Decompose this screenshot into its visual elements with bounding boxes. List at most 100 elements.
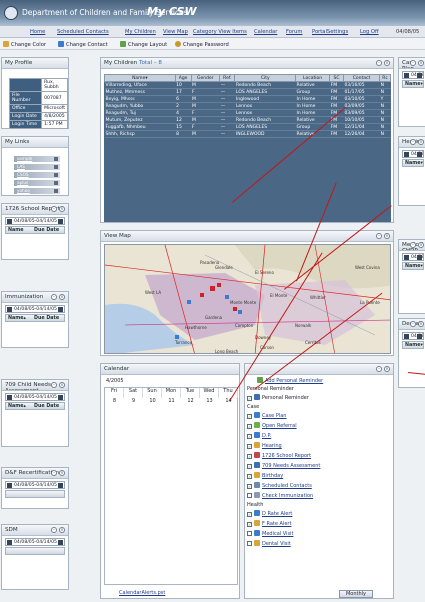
monthly-button[interactable]: Monthly — [339, 590, 373, 598]
reminder-checkbox[interactable]: ✓ — [247, 474, 252, 479]
column-name[interactable]: Name▾ — [405, 264, 423, 269]
reminder-item[interactable]: ✓ Hearing — [247, 442, 282, 451]
prev-arrow-icon[interactable] — [404, 73, 409, 78]
close-icon[interactable]: × — [59, 470, 65, 476]
date-range-selector[interactable]: 04/08/05-04/14/05 — [5, 305, 65, 313]
link-action-icon[interactable] — [54, 189, 58, 193]
nav-category-view-items[interactable]: Category View Items — [193, 29, 247, 35]
reminder-item[interactable]: ✓ Case Plan — [247, 412, 286, 421]
link-item[interactable]: yahoo — [14, 188, 60, 194]
minimize-icon[interactable]: – — [410, 60, 416, 66]
nav-calendar[interactable]: Calendar — [254, 29, 277, 35]
reminder-checkbox[interactable] — [247, 493, 252, 498]
link-item[interactable]: sample — [14, 156, 60, 162]
reminder-checkbox[interactable] — [247, 541, 252, 546]
reminder-item[interactable]: Check Immunization — [247, 492, 313, 501]
calendar-date[interactable]: 11 — [162, 398, 181, 404]
reminder-checkbox[interactable]: ✓ — [247, 512, 252, 517]
minimize-icon[interactable]: – — [410, 139, 416, 145]
calendar-date[interactable]: 10 — [143, 398, 162, 404]
close-icon[interactable]: × — [418, 139, 424, 145]
table-row[interactable]: Villarreding, Uface 10 M — Redondo Beach Rela… — [104, 81, 391, 89]
close-icon[interactable]: × — [59, 294, 65, 300]
nav-log-off[interactable]: Log Off — [360, 29, 379, 35]
table-row[interactable]: Reagudm, Yubbo 2 M — Lennox In Home FM 03/09/05… — [104, 102, 391, 110]
prev-arrow-icon[interactable] — [7, 219, 12, 224]
column-name[interactable]: Name▾ — [405, 161, 423, 166]
column-due-date[interactable]: Due Date — [34, 228, 59, 233]
calendar-date[interactable]: 8 — [105, 398, 124, 404]
link-action-icon[interactable] — [54, 165, 58, 169]
next-arrow-icon[interactable] — [58, 483, 63, 488]
prev-arrow-icon[interactable] — [404, 152, 409, 157]
column-name[interactable]: Name▾ — [405, 82, 423, 87]
reminder-item[interactable]: ✓ Open Referral — [247, 422, 297, 431]
change-layout-button[interactable]: Change Layout — [120, 41, 167, 48]
reminder-checkbox[interactable]: ✓ — [247, 464, 252, 469]
minimize-icon[interactable]: – — [51, 382, 57, 388]
next-arrow-icon[interactable] — [58, 540, 63, 545]
reminder-checkbox[interactable]: ✓ — [247, 414, 252, 419]
date-range-selector[interactable]: 04/08/05-04/14/05 — [402, 253, 424, 261]
grid-column-header[interactable]: City — [234, 74, 297, 82]
column-due-date[interactable]: Due Date — [34, 316, 59, 321]
reminder-checkbox[interactable]: ✓ — [247, 454, 252, 459]
next-arrow-icon[interactable] — [58, 395, 63, 400]
link-item[interactable]: CSOS — [14, 172, 60, 178]
reminder-checkbox[interactable] — [247, 531, 252, 536]
reminder-checkbox[interactable]: ✓ — [247, 434, 252, 439]
grid-column-header[interactable]: Age — [174, 74, 192, 82]
calendar-date[interactable]: 13 — [200, 398, 219, 404]
change-password-button[interactable]: Change Password — [175, 41, 229, 48]
date-range-selector[interactable]: 04/08/05-04/14/05 — [402, 150, 424, 158]
link-action-icon[interactable] — [54, 181, 58, 185]
close-icon[interactable]: × — [384, 233, 390, 239]
table-row[interactable]: Fuggafb, Nhmbeu 15 F — LOS ANGELES Group FM 12/… — [104, 123, 391, 131]
prev-arrow-icon[interactable] — [404, 334, 409, 339]
grid-column-header[interactable]: Gender — [190, 74, 221, 82]
prev-arrow-icon[interactable] — [7, 307, 12, 312]
grid-column-header[interactable]: Contact — [342, 74, 381, 82]
table-row[interactable]: Beyig, Mhsss 6 M — Inglewood In Home FM 03/10/0… — [104, 95, 391, 103]
minimize-icon[interactable]: – — [51, 527, 57, 533]
close-icon[interactable]: × — [418, 321, 424, 327]
change-color-button[interactable]: Change Color — [3, 41, 46, 48]
close-icon[interactable]: × — [59, 382, 65, 388]
next-arrow-icon[interactable] — [417, 255, 422, 260]
date-range-selector[interactable]: 04/08/05-04/14/05 — [402, 332, 424, 340]
reminder-item[interactable]: Dental Visit — [247, 540, 291, 549]
minimize-icon[interactable]: – — [376, 366, 382, 372]
table-row[interactable]: Muthez, Mmmess 17 F — LOS ANGELES Group FM 01/1… — [104, 88, 391, 96]
grid-column-header[interactable]: Ref. — [219, 74, 236, 82]
nav-scheduled-contacts[interactable]: Scheduled Contacts — [57, 29, 109, 35]
reminder-item[interactable]: ✓ D Rate Alert — [247, 510, 292, 519]
reminder-item[interactable]: ✓ Scheduled Contacts — [247, 482, 312, 491]
next-arrow-icon[interactable] — [417, 73, 422, 78]
grid-column-header[interactable]: Name▾ — [104, 74, 176, 82]
close-icon[interactable]: × — [384, 366, 390, 372]
date-range-selector[interactable]: 04/08/05-04/14/05 — [5, 538, 65, 546]
grid-column-header[interactable]: Location — [295, 74, 331, 82]
date-range-selector[interactable]: 04/08/05-04/14/05 — [5, 393, 65, 401]
link-item[interactable]: LAS — [14, 164, 60, 170]
nav-my-children[interactable]: My Children — [125, 29, 156, 35]
date-range-selector[interactable]: 04/08/05-04/14/05 — [5, 217, 65, 225]
prev-arrow-icon[interactable] — [404, 255, 409, 260]
date-range-selector[interactable]: 04/08/05-04/14/05 — [402, 71, 424, 79]
nav-forum[interactable]: Forum — [286, 29, 302, 35]
close-icon[interactable]: × — [418, 242, 424, 248]
minimize-icon[interactable]: – — [51, 294, 57, 300]
reminder-item[interactable]: ✓ 709 Needs Assessment — [247, 462, 320, 471]
reminder-checkbox[interactable]: ✓ — [247, 396, 252, 401]
date-range-selector[interactable]: 04/08/05-04/14/05 — [5, 481, 65, 489]
next-arrow-icon[interactable] — [417, 334, 422, 339]
table-row[interactable]: Reagudm, Tuj 4 F — Lennox In Home FM 03/09/05 N — [104, 109, 391, 117]
minimize-icon[interactable]: – — [376, 60, 382, 66]
prev-arrow-icon[interactable] — [7, 483, 12, 488]
next-arrow-icon[interactable] — [58, 219, 63, 224]
reminder-item[interactable]: ✓ D.P. — [247, 432, 271, 441]
nav-portal-settings[interactable]: PortalSettings — [312, 29, 348, 35]
close-icon[interactable]: × — [384, 60, 390, 66]
reminder-item[interactable]: ✓ 1726 School Report — [247, 452, 311, 461]
calendar-date[interactable]: 9 — [124, 398, 143, 404]
